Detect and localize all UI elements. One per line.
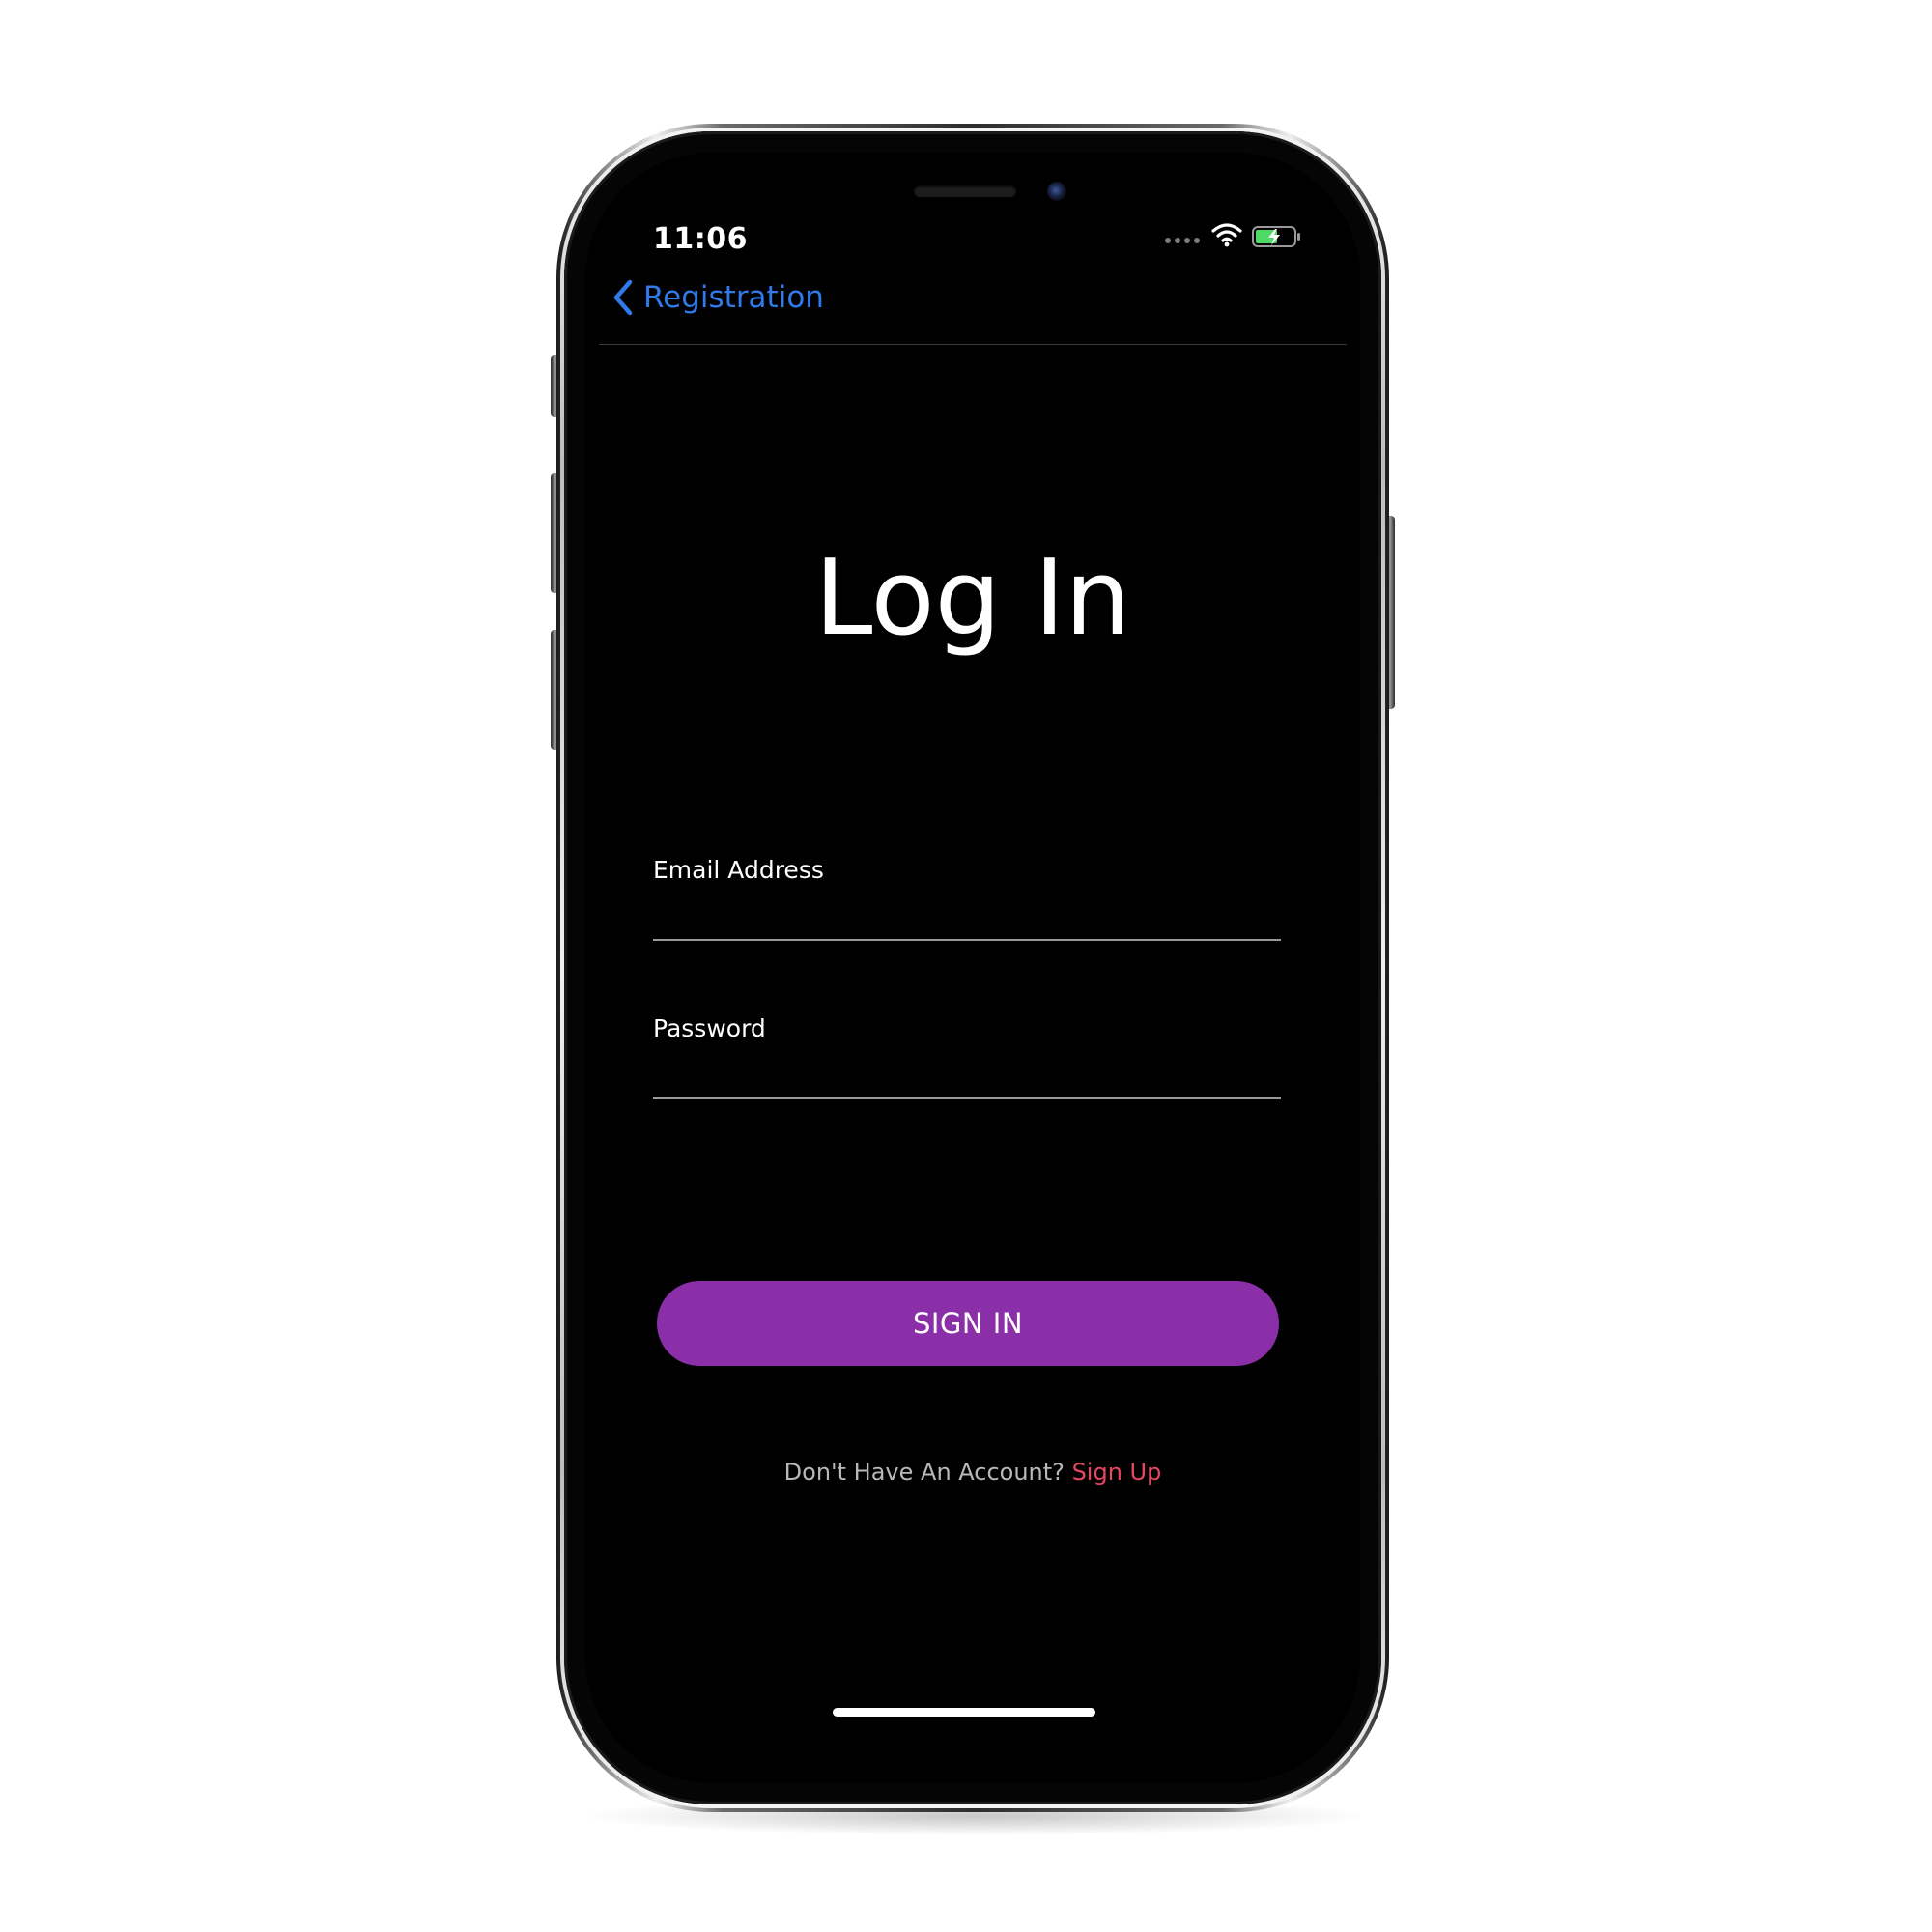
sign-in-button[interactable]: SIGN IN: [657, 1281, 1279, 1366]
battery-charging-icon: [1252, 226, 1300, 247]
email-input[interactable]: [653, 898, 1281, 941]
password-input[interactable]: [653, 1057, 1281, 1099]
status-time: 11:06: [653, 222, 748, 256]
home-indicator[interactable]: [833, 1708, 1095, 1717]
page-title: Log In: [814, 538, 1131, 659]
wifi-icon: [1211, 223, 1242, 247]
password-label: Password: [653, 1014, 766, 1042]
email-label: Email Address: [653, 856, 824, 884]
email-field: Email Address: [653, 856, 1281, 952]
back-button[interactable]: Registration: [612, 274, 824, 321]
signup-row: Don't Have An Account? Sign Up: [585, 1459, 1360, 1486]
phone-frame: 11:06 Registration Log In Email Address …: [556, 124, 1389, 1812]
earpiece-speaker: [914, 185, 1016, 197]
sign-up-link[interactable]: Sign Up: [1072, 1459, 1162, 1486]
password-field: Password: [653, 1014, 1281, 1111]
signup-prompt: Don't Have An Account?: [783, 1459, 1065, 1486]
front-camera: [1047, 182, 1066, 201]
phone-bezel: 11:06 Registration Log In Email Address …: [564, 131, 1381, 1804]
back-button-label: Registration: [643, 280, 824, 315]
signal-dots-icon: [1165, 238, 1200, 243]
nav-divider: [599, 344, 1347, 345]
chevron-left-icon: [613, 279, 633, 316]
screen: 11:06 Registration Log In Email Address …: [585, 153, 1360, 1783]
